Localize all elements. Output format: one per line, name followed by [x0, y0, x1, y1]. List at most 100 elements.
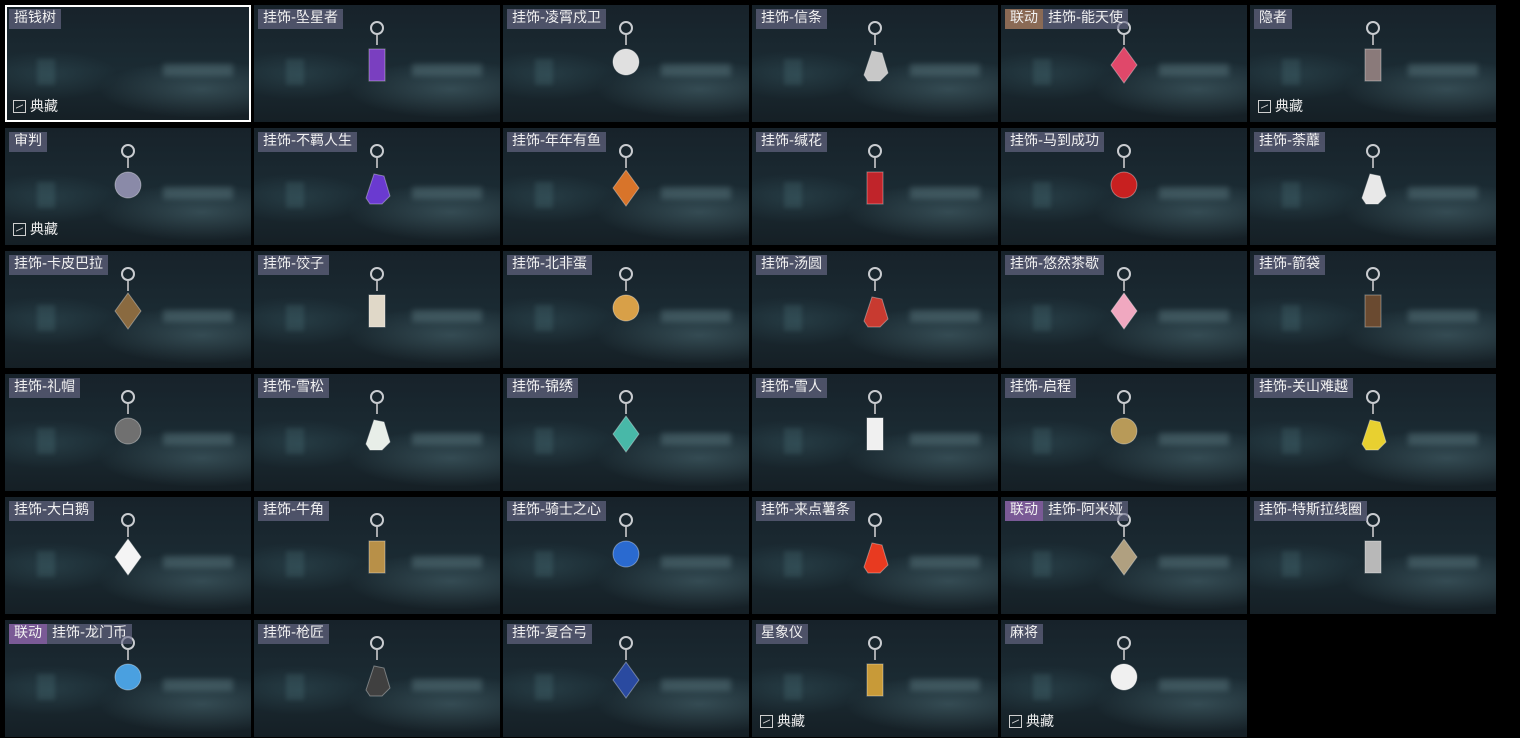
charm-name: 挂饰-雪松	[258, 378, 330, 398]
charm-label: 挂饰-汤圆	[756, 255, 828, 275]
charm-card[interactable]: 挂饰-马到成功	[1001, 128, 1247, 245]
horns-charm-icon	[360, 513, 394, 577]
collection-badge: 典藏	[13, 96, 58, 116]
charm-card[interactable]: 挂饰-饺子	[254, 251, 500, 368]
charm-card[interactable]: 挂饰-卡皮巴拉	[5, 251, 251, 368]
charm-name: 挂饰-信条	[756, 9, 828, 29]
charm-name: 挂饰-启程	[1005, 378, 1077, 398]
hat-charm-icon	[111, 390, 145, 454]
rose-charm-icon	[858, 144, 892, 208]
flower-charm-icon	[1356, 144, 1390, 208]
charm-card[interactable]: 联动 挂饰-能天使	[1001, 5, 1247, 122]
charm-card[interactable]: 挂饰-特斯拉线圈	[1250, 497, 1496, 614]
charm-label: 挂饰-来点薯条	[756, 501, 856, 521]
charm-name: 挂饰-锦绣	[507, 378, 579, 398]
astrolabe-icon	[858, 636, 892, 700]
cup-charm-icon	[858, 21, 892, 85]
judgement-card-icon	[111, 144, 145, 208]
charm-card[interactable]: 麻将 典藏	[1001, 620, 1247, 737]
charm-card[interactable]: 挂饰-不羁人生	[254, 128, 500, 245]
charm-card[interactable]: 挂饰-大白鹅	[5, 497, 251, 614]
charm-name: 挂饰-特斯拉线圈	[1254, 501, 1368, 521]
charm-card[interactable]: 挂饰-箭袋	[1250, 251, 1496, 368]
charm-name: 审判	[9, 132, 47, 152]
charm-label: 挂饰-雪松	[258, 378, 330, 398]
image-icon	[13, 99, 26, 113]
charm-name: 挂饰-不羁人生	[258, 132, 358, 152]
charm-card[interactable]: 挂饰-北非蛋	[503, 251, 749, 368]
charm-card[interactable]: 挂饰-启程	[1001, 374, 1247, 491]
charm-card[interactable]: 挂饰-悠然茶歇	[1001, 251, 1247, 368]
charm-label: 挂饰-牛角	[258, 501, 330, 521]
charm-card[interactable]: 挂饰-雪人	[752, 374, 998, 491]
charm-card[interactable]: 挂饰-锦绣	[503, 374, 749, 491]
charm-label: 挂饰-荼蘼	[1254, 132, 1326, 152]
charm-name: 挂饰-骑士之心	[507, 501, 607, 521]
charm-label: 挂饰-锦绣	[507, 378, 579, 398]
image-icon	[1009, 714, 1022, 728]
snowman-charm-icon	[858, 390, 892, 454]
egg-dish-charm-icon	[609, 267, 643, 331]
charm-card[interactable]: 挂饰-复合弓	[503, 620, 749, 737]
charm-name: 挂饰-阿米娅	[1043, 501, 1129, 521]
charm-card[interactable]: 审判典藏	[5, 128, 251, 245]
collection-badge: 典藏	[1009, 711, 1054, 731]
charm-label: 挂饰-坠星者	[258, 9, 344, 29]
rocket-charm-icon	[609, 21, 643, 85]
charm-card[interactable]: 摇钱树 典藏	[5, 5, 251, 122]
charm-name: 挂饰-汤圆	[756, 255, 828, 275]
charm-name: 挂饰-缄花	[756, 132, 828, 152]
charm-card[interactable]: 挂饰-缄花	[752, 128, 998, 245]
tree-charm-icon	[360, 390, 394, 454]
charm-name: 挂饰-牛角	[258, 501, 330, 521]
charm-card[interactable]: 挂饰-枪匠	[254, 620, 500, 737]
crystal-charm-icon	[360, 21, 394, 85]
charm-card[interactable]: 挂饰-来点薯条	[752, 497, 998, 614]
charm-card[interactable]: 挂饰-荼蘼	[1250, 128, 1496, 245]
charm-label: 隐者	[1254, 9, 1292, 29]
horse-charm-icon	[1107, 144, 1141, 208]
charm-name: 摇钱树	[9, 9, 61, 29]
collab-badge: 联动	[9, 624, 47, 644]
collection-label: 典藏	[1275, 99, 1303, 115]
charm-card[interactable]: 挂饰-礼帽	[5, 374, 251, 491]
charm-label: 联动 挂饰-龙门币	[9, 624, 133, 644]
charm-card[interactable]: 挂饰-信条	[752, 5, 998, 122]
charm-card[interactable]: 挂饰-凌霄戍卫	[503, 5, 749, 122]
charm-card[interactable]: 联动 挂饰-阿米娅	[1001, 497, 1247, 614]
image-icon	[1258, 99, 1271, 113]
charm-name: 挂饰-悠然茶歇	[1005, 255, 1105, 275]
charm-label: 挂饰-枪匠	[258, 624, 330, 644]
charm-name: 挂饰-龙门币	[47, 624, 133, 644]
collection-label: 典藏	[777, 714, 805, 730]
charm-card[interactable]: 挂饰-年年有鱼	[503, 128, 749, 245]
charm-name: 挂饰-雪人	[756, 378, 828, 398]
bow-charm-icon	[609, 636, 643, 700]
charm-name: 挂饰-荼蘼	[1254, 132, 1326, 152]
collection-label: 典藏	[1026, 714, 1054, 730]
charm-card[interactable]: 星象仪 典藏	[752, 620, 998, 737]
charm-label: 挂饰-启程	[1005, 378, 1077, 398]
charm-label: 挂饰-信条	[756, 9, 828, 29]
charm-card[interactable]: 挂饰-坠星者	[254, 5, 500, 122]
charm-label: 挂饰-不羁人生	[258, 132, 358, 152]
charm-name: 挂饰-大白鹅	[9, 501, 95, 521]
charm-card[interactable]: 挂饰-汤圆	[752, 251, 998, 368]
charm-name: 挂饰-礼帽	[9, 378, 81, 398]
charm-card[interactable]: 挂饰-骑士之心	[503, 497, 749, 614]
charm-name: 挂饰-来点薯条	[756, 501, 856, 521]
charm-label: 挂饰-饺子	[258, 255, 330, 275]
charm-name: 挂饰-饺子	[258, 255, 330, 275]
charm-card[interactable]: 挂饰-关山难越	[1250, 374, 1496, 491]
fish-charm-icon	[609, 144, 643, 208]
goose-charm-icon	[111, 513, 145, 577]
charm-label: 挂饰-特斯拉线圈	[1254, 501, 1368, 521]
charm-card[interactable]: 隐者典藏	[1250, 5, 1496, 122]
charm-card[interactable]: 挂饰-牛角	[254, 497, 500, 614]
charm-name: 挂饰-复合弓	[507, 624, 593, 644]
butterfly-charm-icon	[609, 390, 643, 454]
charm-card[interactable]: 挂饰-雪松	[254, 374, 500, 491]
charm-grid: 摇钱树 典藏 挂饰-坠星者 挂饰-凌霄戍卫 挂饰-信条 联动 挂饰-能天使 隐者 典藏 审判 典藏挂…	[5, 5, 1501, 737]
charm-card[interactable]: 联动 挂饰-龙门币	[5, 620, 251, 737]
collection-badge: 典藏	[13, 219, 58, 239]
